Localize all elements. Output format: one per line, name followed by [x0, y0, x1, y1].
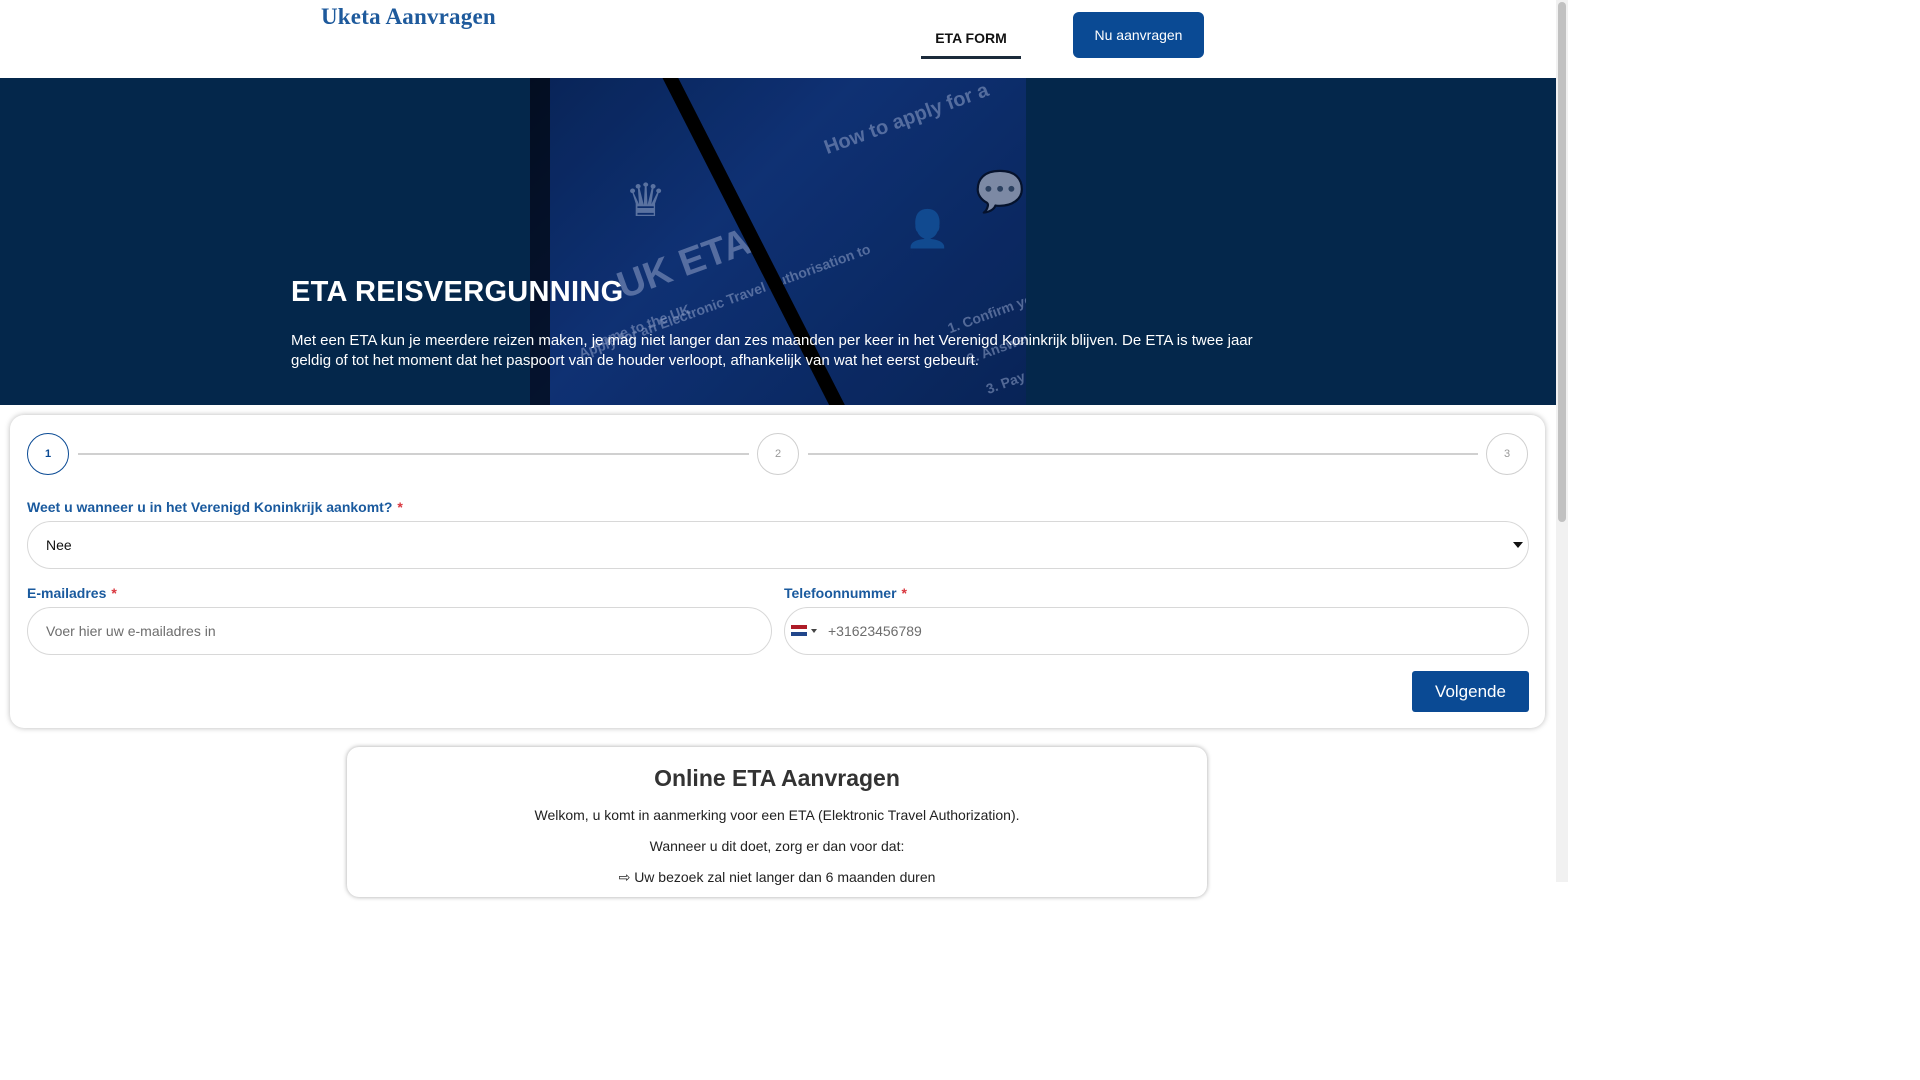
- application-form: 1 2 3 Weet u wanneer u in het Verenigd K…: [10, 415, 1545, 728]
- info-title: Online ETA Aanvragen: [654, 765, 900, 791]
- email-label-text: E-mailadres: [27, 585, 107, 601]
- step-2-indicator[interactable]: 2: [757, 433, 799, 475]
- required-marker: *: [901, 585, 907, 601]
- email-field[interactable]: Voer hier uw e-mailadres in: [27, 607, 772, 655]
- phone-field[interactable]: +31623456789: [784, 607, 1529, 655]
- hero-title: ETA REISVERGUNNING: [291, 276, 624, 308]
- scrollbar-thumb[interactable]: [1558, 2, 1566, 522]
- chevron-down-icon: [1513, 542, 1523, 548]
- apply-now-button[interactable]: Nu aanvragen: [1073, 12, 1204, 58]
- site-header: Uketa Aanvragen ETA FORM Nu aanvragen: [0, 0, 1556, 78]
- site-logo[interactable]: Uketa Aanvragen: [321, 4, 496, 30]
- phone-placeholder: +31623456789: [828, 623, 922, 639]
- country-dropdown-caret-icon[interactable]: [811, 629, 817, 633]
- step-1-indicator[interactable]: 1: [27, 433, 69, 475]
- required-marker: *: [111, 585, 117, 601]
- hero-banner: How to apply for a ♛ UK ETA Apply for an…: [0, 78, 1556, 405]
- arrival-question-text: Weet u wanneer u in het Verenigd Koninkr…: [27, 499, 393, 515]
- next-button[interactable]: Volgende: [1412, 671, 1529, 712]
- info-welcome: Welkom, u komt in aanmerking voor een ET…: [534, 807, 1020, 823]
- page-scrollbar[interactable]: [1556, 0, 1568, 882]
- arrival-question-label: Weet u wanneer u in het Verenigd Koninkr…: [27, 499, 403, 515]
- info-bullet: ⇨ Uw bezoek zal niet langer dan 6 maande…: [618, 869, 936, 885]
- step-progress-line: [78, 453, 749, 455]
- email-placeholder: Voer hier uw e-mailadres in: [46, 623, 216, 639]
- required-marker: *: [397, 499, 403, 515]
- arrival-known-select[interactable]: Nee: [27, 521, 1529, 569]
- step-progress-line: [808, 453, 1478, 455]
- arrival-known-value: Nee: [46, 537, 72, 553]
- info-card: Online ETA Aanvragen Welkom, u komt in a…: [347, 747, 1207, 897]
- netherlands-flag-icon[interactable]: [791, 625, 807, 636]
- step-3-indicator[interactable]: 3: [1486, 433, 1528, 475]
- nav-eta-form[interactable]: ETA FORM: [921, 30, 1021, 59]
- hero-description: Met een ETA kun je meerdere reizen maken…: [291, 332, 1253, 369]
- email-label: E-mailadres *: [27, 585, 117, 601]
- phone-label: Telefoonnummer *: [784, 585, 907, 601]
- phone-label-text: Telefoonnummer: [784, 585, 897, 601]
- info-ensure: Wanneer u dit doet, zorg er dan voor dat…: [649, 838, 905, 854]
